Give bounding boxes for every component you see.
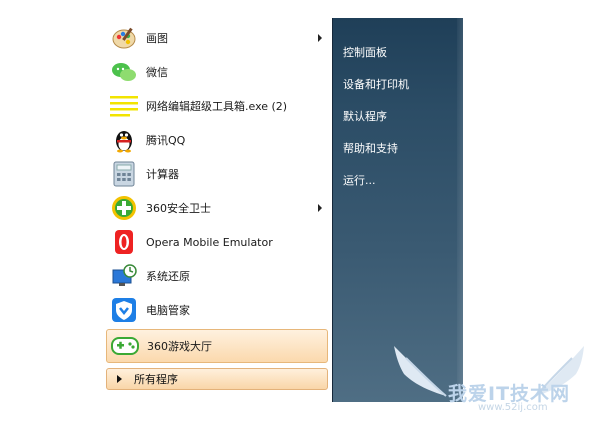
calculator-icon: [110, 160, 138, 188]
qq-penguin-icon: [110, 126, 138, 154]
all-programs-button[interactable]: 所有程序: [106, 368, 328, 390]
opera-icon: [110, 228, 138, 256]
triangle-right-icon: [117, 375, 122, 383]
paint-icon: [110, 24, 138, 52]
program-label: Opera Mobile Emulator: [146, 235, 273, 249]
help-support-link[interactable]: 帮助和支持: [343, 140, 398, 156]
control-panel-link[interactable]: 控制面板: [343, 44, 387, 60]
program-item-qq[interactable]: 腾讯QQ: [106, 123, 328, 157]
program-item-360-security[interactable]: 360安全卫士: [106, 191, 328, 225]
program-item-paint[interactable]: 画图: [106, 21, 328, 55]
program-label: 系统还原: [146, 270, 190, 283]
program-label: 网络编辑超级工具箱.exe (2): [146, 100, 288, 113]
programs-pane: 画图 微信 网络编辑超级工具箱.exe (2) 腾讯QQ 计算器 360安全卫士…: [106, 18, 332, 402]
360-security-icon: [110, 194, 138, 222]
all-programs-label: 所有程序: [134, 373, 178, 386]
program-label: 360安全卫士: [146, 202, 211, 215]
submenu-arrow-icon: [318, 204, 322, 212]
pc-manager-shield-icon: [110, 296, 138, 324]
gamepad-icon: [111, 332, 139, 360]
default-programs-link[interactable]: 默认程序: [343, 108, 387, 124]
program-label: 360游戏大厅: [147, 340, 212, 353]
wechat-icon: [110, 58, 138, 86]
program-item-opera[interactable]: Opera Mobile Emulator: [106, 225, 328, 259]
run-link[interactable]: 运行...: [343, 172, 376, 188]
program-item-system-restore[interactable]: 系统还原: [106, 259, 328, 293]
program-item-calculator[interactable]: 计算器: [106, 157, 328, 191]
watermark-url: www.52ij.com: [478, 402, 548, 413]
program-item-360-game-hall[interactable]: 360游戏大厅: [106, 329, 328, 363]
program-label: 微信: [146, 66, 168, 79]
program-label: 腾讯QQ: [146, 134, 186, 147]
program-label: 画图: [146, 32, 168, 45]
program-item-wechat[interactable]: 微信: [106, 55, 328, 89]
text-lines-icon: [110, 92, 138, 120]
program-item-editor-toolbox[interactable]: 网络编辑超级工具箱.exe (2): [106, 89, 328, 123]
submenu-arrow-icon: [318, 34, 322, 42]
program-label: 电脑管家: [146, 304, 190, 317]
program-label: 计算器: [146, 168, 179, 181]
system-restore-icon: [110, 262, 138, 290]
devices-printers-link[interactable]: 设备和打印机: [343, 76, 409, 92]
program-item-pc-manager[interactable]: 电脑管家: [106, 293, 328, 327]
